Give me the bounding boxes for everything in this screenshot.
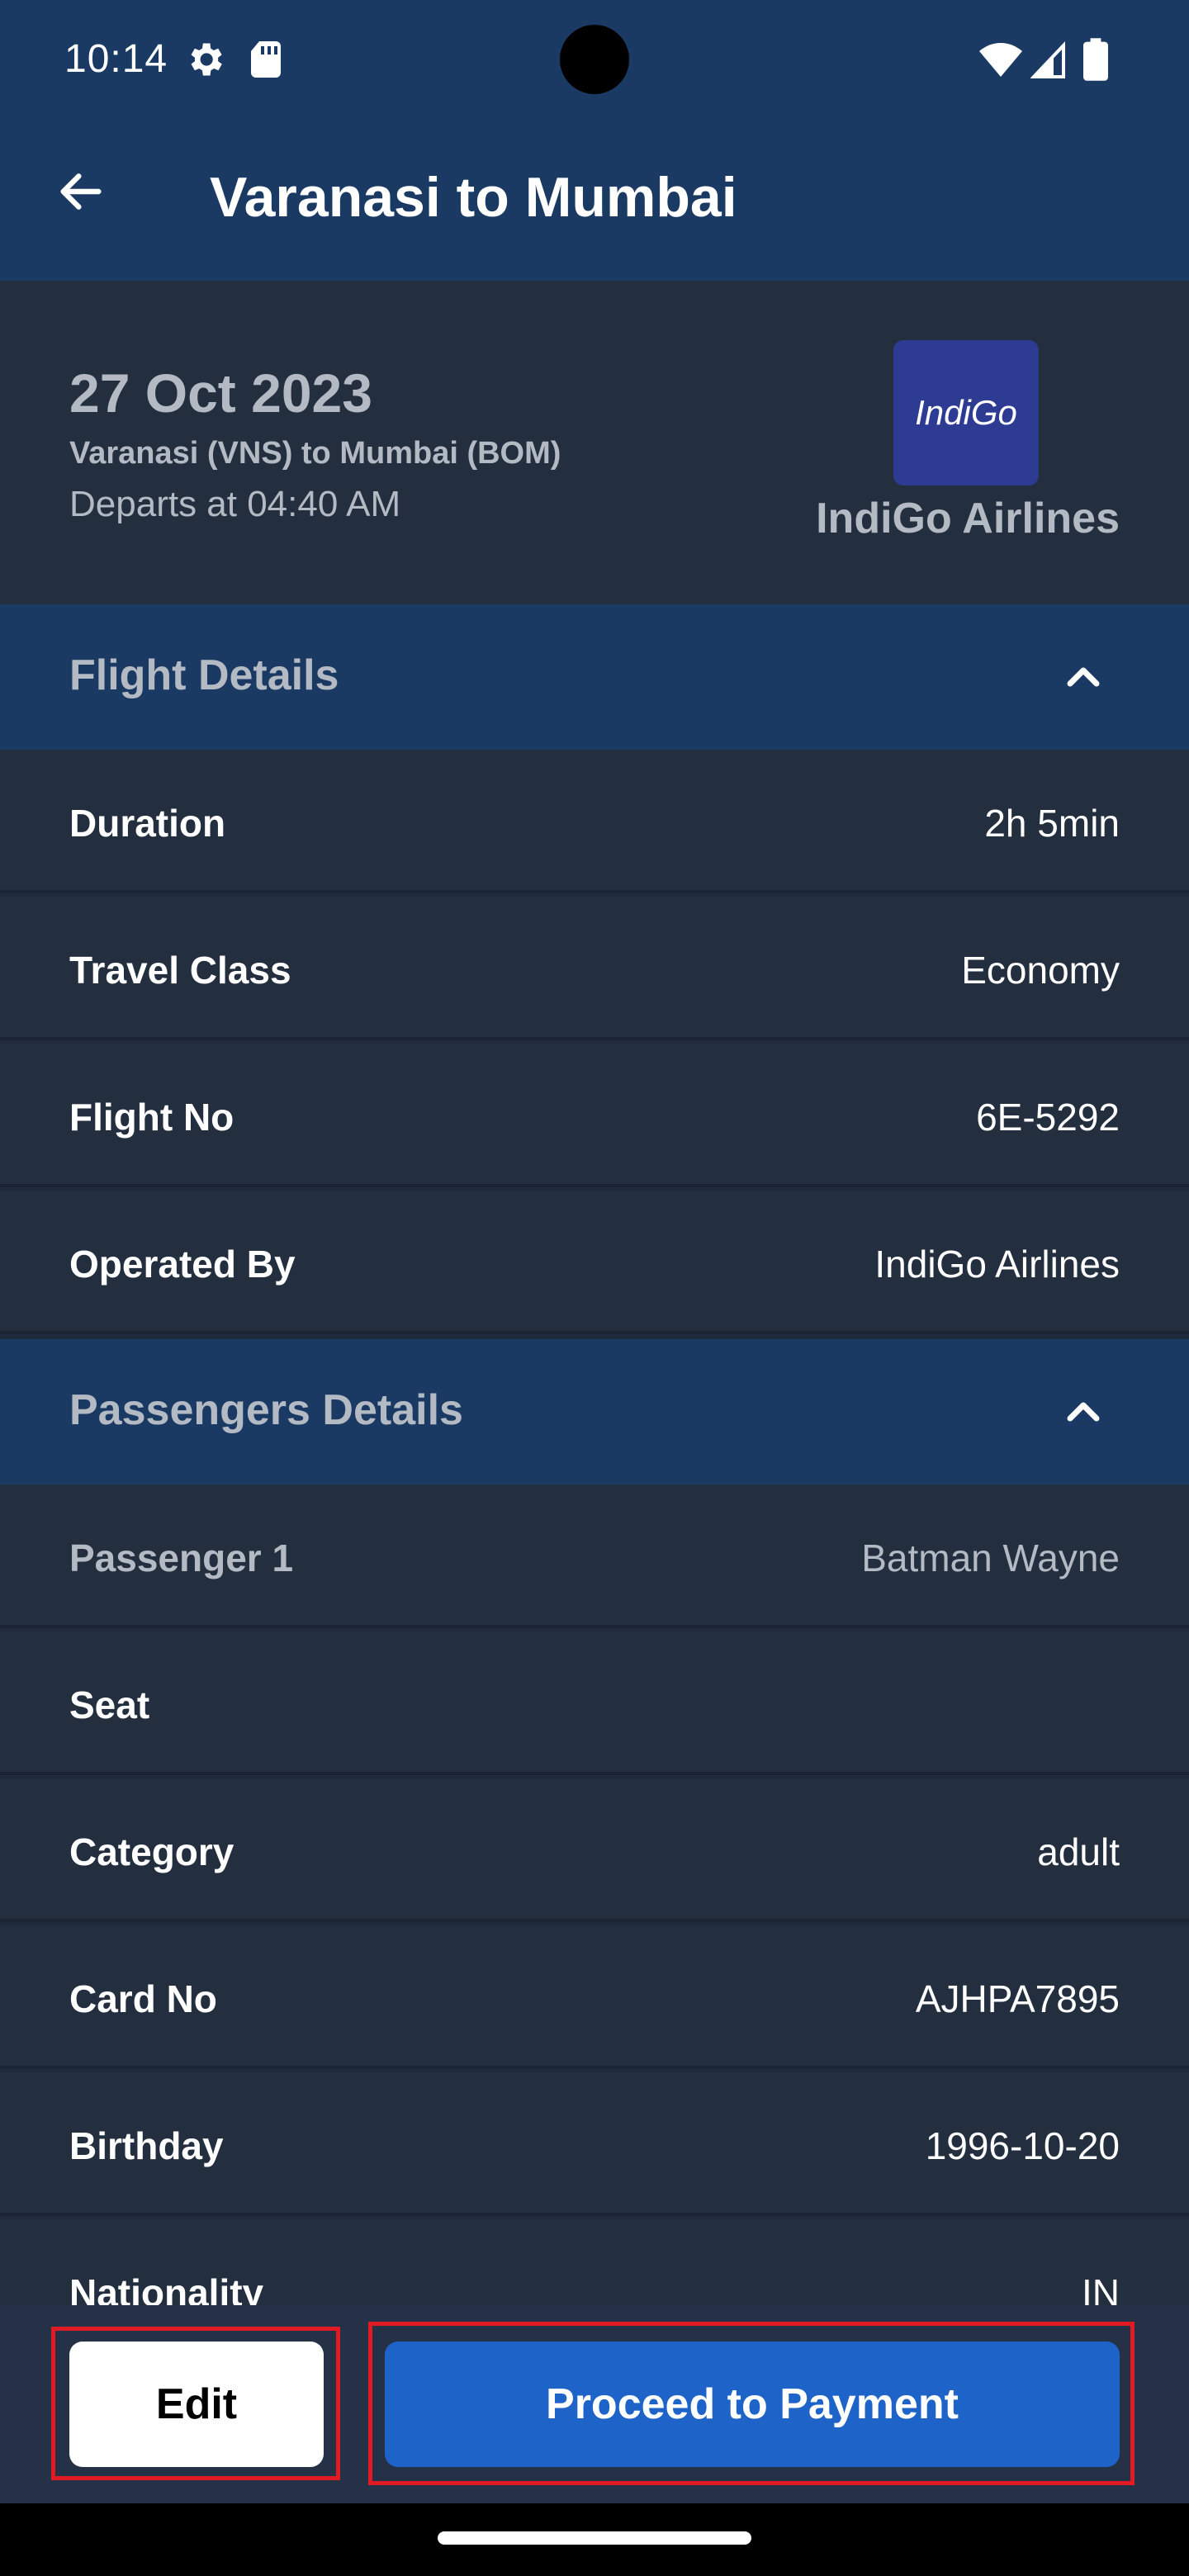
wifi-icon	[979, 43, 1022, 77]
row-value: AJHPA7895	[915, 1977, 1120, 2020]
row-label: Category	[69, 1830, 234, 1873]
bottom-action-bar: Edit Proceed to Payment	[0, 2305, 1189, 2503]
row-label: Flight No	[69, 1096, 234, 1139]
row-label: Duration	[69, 802, 226, 845]
sd-card-icon	[251, 41, 281, 78]
airline-logo: IndiGo	[893, 340, 1039, 485]
arrow-left-icon	[60, 173, 102, 210]
row-label: Travel Class	[69, 949, 291, 992]
detail-row-flight-no: Flight No 6E-5292	[0, 1044, 1189, 1187]
app-bar: Varanasi to Mumbai	[0, 124, 1189, 281]
row-value: Batman Wayne	[861, 1537, 1120, 1579]
chevron-up-icon[interactable]	[1057, 651, 1110, 703]
row-value: 6E-5292	[976, 1096, 1120, 1139]
row-value: 1996-10-20	[925, 2124, 1120, 2167]
back-button[interactable]	[46, 157, 116, 226]
detail-row-travel-class: Travel Class Economy	[0, 897, 1189, 1040]
passenger-row-birthday: Birthday 1996-10-20	[0, 2072, 1189, 2216]
status-bar: 10:14	[0, 0, 1189, 124]
camera-cutout	[560, 25, 629, 94]
flight-details-header[interactable]: Flight Details	[0, 604, 1189, 750]
home-gesture-handle[interactable]	[438, 2531, 751, 2545]
detail-row-operated-by: Operated By IndiGo Airlines	[0, 1191, 1189, 1334]
departure-time: Departs at 04:40 AM	[69, 484, 401, 524]
passenger-row-category: Category adult	[0, 1778, 1189, 1922]
row-value: 2h 5min	[984, 802, 1120, 845]
flight-date: 27 Oct 2023	[69, 362, 372, 424]
passenger-row-name: Passenger 1 Batman Wayne	[0, 1485, 1189, 1628]
airline-name: IndiGo Airlines	[816, 495, 1120, 542]
row-label: Card No	[69, 1977, 217, 2020]
row-label: Operated By	[69, 1243, 296, 1286]
row-label: Birthday	[69, 2124, 224, 2167]
flight-summary-card: 27 Oct 2023 Varanasi (VNS) to Mumbai (BO…	[0, 281, 1189, 604]
section-title: Flight Details	[69, 651, 339, 699]
gear-icon	[191, 43, 222, 76]
screen: 10:14 Varanasi to Mumbai 27 Oct 2023 Var…	[0, 0, 1189, 2576]
system-nav-bar	[0, 2503, 1189, 2576]
page-title: Varanasi to Mumbai	[210, 166, 737, 229]
row-value: IndiGo Airlines	[874, 1243, 1120, 1286]
chevron-up-icon[interactable]	[1057, 1385, 1110, 1438]
passenger-row-card-no: Card No AJHPA7895	[0, 1925, 1189, 2069]
battery-icon	[1083, 38, 1108, 81]
row-label: Seat	[69, 1683, 150, 1726]
row-label: Passenger 1	[69, 1537, 294, 1579]
edit-button[interactable]: Edit	[69, 2342, 324, 2467]
detail-row-duration: Duration 2h 5min	[0, 750, 1189, 893]
passengers-details-header[interactable]: Passengers Details	[0, 1339, 1189, 1485]
status-time: 10:14	[64, 37, 168, 81]
signal-icon	[1030, 41, 1065, 78]
proceed-to-payment-button[interactable]: Proceed to Payment	[385, 2342, 1120, 2467]
section-title: Passengers Details	[69, 1386, 463, 1434]
flight-route: Varanasi (VNS) to Mumbai (BOM)	[69, 436, 561, 471]
row-value: Economy	[961, 949, 1120, 992]
passenger-row-seat: Seat	[0, 1631, 1189, 1775]
airline-logo-text: IndiGo	[915, 393, 1017, 432]
row-value: adult	[1037, 1830, 1120, 1873]
